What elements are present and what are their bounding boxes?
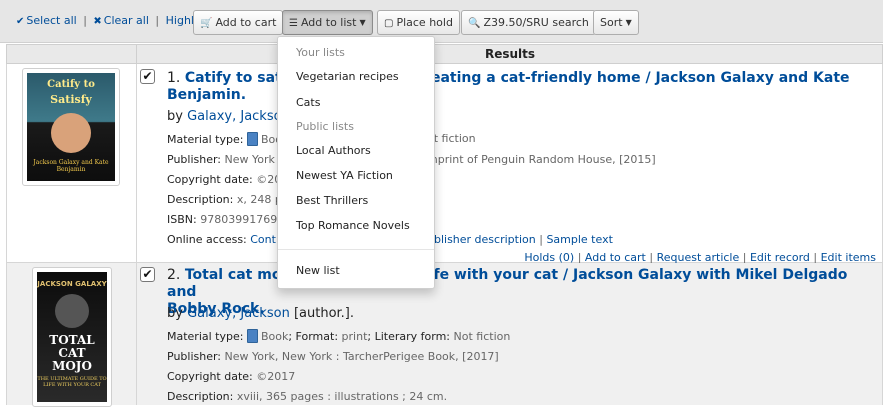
meta-label: Online access: <box>167 233 247 246</box>
sort-label: Sort <box>600 16 623 29</box>
your-lists-header: Your lists <box>296 46 345 59</box>
list-icon: ☰ <box>289 18 298 29</box>
publisher-description-link[interactable]: ublisher description <box>427 233 536 246</box>
cover-author-text: JACKSON GALAXY <box>37 280 107 288</box>
cover-art: JACKSON GALAXY TOTAL CAT MOJO THE ULTIMA… <box>37 272 107 402</box>
meta-label: Description: <box>167 193 234 206</box>
place-hold-button[interactable]: ▢ Place hold <box>377 10 460 35</box>
meta-value: mprint of Penguin Random House, [2015] <box>427 153 656 166</box>
results-toolbar: ✔ Select all | ✖ Clear all | Highlight 🛒 Ad… <box>0 0 883 43</box>
list-item-local-authors[interactable]: Local Authors <box>296 144 371 157</box>
author-link[interactable]: Galaxy, Jackson <box>187 109 290 124</box>
list-item-newest-ya-fiction[interactable]: Newest YA Fiction <box>296 169 393 182</box>
meta-label: Material type: <box>167 133 244 146</box>
record-author: by Galaxy, Jackson [author.]. <box>167 306 354 321</box>
title-part: r creating a cat-friendly home / Jackson… <box>404 70 850 86</box>
cover-authors-text: Jackson Galaxy and Kate Benjamin <box>33 159 109 173</box>
cover-portrait <box>51 113 91 153</box>
results-table: Results Catify to Satisfy Jackson Galaxy… <box>6 44 883 407</box>
list-item-best-thrillers[interactable]: Best Thrillers <box>296 194 368 207</box>
publisher: Publisher: New York : J mprint of Pengui… <box>167 153 656 166</box>
record-title: 1. Catify to satisf r creating a cat-frie… <box>167 70 867 104</box>
meta-label: Material type: <box>167 330 244 343</box>
meta-value: Book <box>260 330 289 343</box>
publisher: Publisher: New York, New York : TarcherP… <box>167 350 499 363</box>
sample-text-link[interactable]: Sample text <box>546 233 612 246</box>
caret-down-icon: ▼ <box>359 18 366 27</box>
place-hold-label: Place hold <box>396 16 453 29</box>
meta-value: Not fiction <box>453 330 511 343</box>
add-to-cart-label: Add to cart <box>215 16 277 29</box>
by-label: by <box>167 306 183 321</box>
meta-label: Publisher: <box>167 153 222 166</box>
book-icon <box>246 132 258 146</box>
meta-value: ©2017 <box>256 370 296 383</box>
record-author: by Galaxy, Jackson <box>167 109 290 124</box>
new-list-item[interactable]: New list <box>296 264 340 277</box>
select-all-link[interactable]: Select all <box>26 14 76 27</box>
meta-label: Description: <box>167 390 234 403</box>
dropdown-divider <box>278 249 434 250</box>
cover-title-text: TOTAL CAT MOJO <box>49 333 95 373</box>
list-item-top-romance-novels[interactable]: Top Romance Novels <box>296 219 410 232</box>
results-header: Results <box>6 44 883 64</box>
cover-image[interactable]: JACKSON GALAXY TOTAL CAT MOJO THE ULTIMA… <box>32 267 112 407</box>
z3950-search-button[interactable]: 🔍 Z39.50/SRU search <box>461 10 596 35</box>
copyright-date: Copyright date: ©2017 <box>167 370 295 383</box>
record-number: 2. <box>167 267 181 283</box>
select-checkbox[interactable]: ✔ <box>140 267 155 282</box>
material-type: Material type: Book; Format: print; Lite… <box>167 329 510 343</box>
title-part: Benjamin. <box>167 87 247 103</box>
isbn: ISBN: 9780399176999 <box>167 213 291 226</box>
hold-icon: ▢ <box>384 18 394 29</box>
table-row: Catify to Satisfy Jackson Galaxy and Kat… <box>6 64 883 264</box>
meta-value: xviii, 365 pages : illustrations ; 24 cm… <box>236 390 448 403</box>
cover-subtitle-text: Satisfy <box>50 93 92 106</box>
results-header-title: Results <box>484 47 536 61</box>
sort-button[interactable]: Sort ▼ <box>593 10 639 35</box>
search-icon: 🔍 <box>468 18 481 29</box>
cart-icon: 🛒 <box>200 18 213 29</box>
book-icon <box>246 329 258 343</box>
by-label: by <box>167 109 183 124</box>
cover-subtitle-text: THE ULTIMATE GUIDE TO LIFE WITH YOUR CAT <box>37 376 107 388</box>
meta-label: Publisher: <box>167 350 222 363</box>
description: Description: xviii, 365 pages : illustra… <box>167 390 447 403</box>
table-row: JACKSON GALAXY TOTAL CAT MOJO THE ULTIMA… <box>6 263 883 407</box>
add-to-list-dropdown: Your lists Vegetarian recipes Cats Publi… <box>277 36 435 289</box>
z3950-label: Z39.50/SRU search <box>483 16 589 29</box>
meta-value: New York, New York : TarcherPerigee Book… <box>224 350 499 363</box>
cover-title-text: Catify to <box>47 79 95 90</box>
meta-label: Copyright date: <box>167 173 253 186</box>
record-number: 1. <box>167 70 181 86</box>
check-icon: ✔ <box>16 16 25 27</box>
cover-image[interactable]: Catify to Satisfy Jackson Galaxy and Kat… <box>22 68 120 186</box>
record-title-link[interactable]: Catify to satisf r creating a cat-friendl… <box>167 70 850 103</box>
add-to-list-label: Add to list <box>300 16 357 29</box>
add-to-cart-button[interactable]: 🛒 Add to cart <box>193 10 284 35</box>
cover-portrait <box>55 294 89 328</box>
separator: | <box>83 14 87 27</box>
list-item-cats[interactable]: Cats <box>296 96 320 109</box>
list-item-vegetarian-recipes[interactable]: Vegetarian recipes <box>296 70 399 83</box>
meta-label: ; Literary form: <box>367 330 451 343</box>
close-icon: ✖ <box>93 16 102 27</box>
meta-label: Copyright date: <box>167 370 253 383</box>
caret-down-icon: ▼ <box>625 18 632 27</box>
cover-art: Catify to Satisfy Jackson Galaxy and Kat… <box>27 73 115 181</box>
author-role: [author.]. <box>293 306 355 321</box>
select-checkbox[interactable]: ✔ <box>140 69 155 84</box>
meta-value: print <box>341 330 368 343</box>
public-lists-header: Public lists <box>296 120 354 133</box>
author-link[interactable]: Galaxy, Jackson <box>187 306 290 321</box>
material-type: Material type: Book ot fiction <box>167 132 476 146</box>
header-cover-column <box>7 45 137 63</box>
meta-label: ; Format: <box>288 330 339 343</box>
separator: | <box>155 14 160 27</box>
selection-links: ✔ Select all | ✖ Clear all | Highlight <box>16 14 215 27</box>
clear-all-link[interactable]: Clear all <box>104 14 149 27</box>
add-to-list-button[interactable]: ☰ Add to list ▼ <box>282 10 373 35</box>
meta-label: ISBN: <box>167 213 197 226</box>
